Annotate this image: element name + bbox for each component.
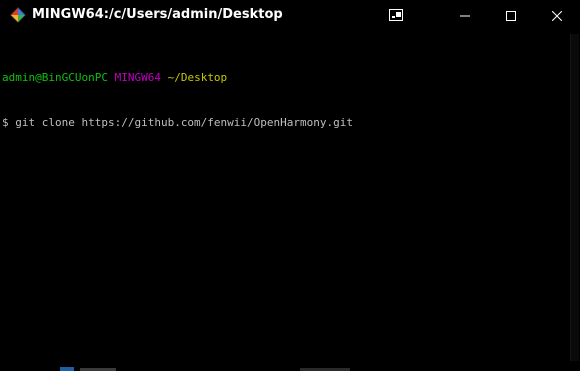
close-button[interactable] — [534, 0, 580, 30]
taskbar-edge — [0, 365, 580, 371]
command-text: git clone https://github.com/fenwii/Open… — [15, 116, 354, 129]
close-icon — [551, 6, 563, 25]
prompt-symbol: $ — [2, 116, 9, 129]
maximize-button[interactable] — [488, 0, 534, 30]
minimize-button[interactable] — [442, 0, 488, 30]
minimize-icon — [460, 6, 470, 25]
vertical-scrollbar[interactable] — [570, 30, 580, 365]
prompt-user: admin@BinGCUonPC — [2, 71, 108, 84]
maximize-icon — [506, 6, 516, 25]
prompt-line: admin@BinGCUonPC MINGW64 ~/Desktop — [0, 70, 570, 85]
terminal-window: MINGW64:/c/Users/admin/Desktop admin@Bin… — [0, 0, 580, 371]
prompt-path: ~/Desktop — [167, 71, 228, 84]
snap-layout-icon — [389, 6, 403, 25]
git-bash-icon[interactable] — [10, 7, 26, 23]
scrollbar-thumb[interactable] — [570, 34, 579, 361]
title-bar[interactable]: MINGW64:/c/Users/admin/Desktop — [0, 0, 580, 30]
taskbar-app-icon[interactable] — [60, 367, 74, 371]
window-title: MINGW64:/c/Users/admin/Desktop — [32, 7, 283, 22]
prompt-system: MINGW64 — [114, 71, 161, 84]
terminal-output[interactable]: admin@BinGCUonPC MINGW64 ~/Desktop $ git… — [0, 40, 570, 365]
command-line: $ git clone https://github.com/fenwii/Op… — [0, 115, 570, 130]
snap-layout-button[interactable] — [373, 0, 419, 30]
